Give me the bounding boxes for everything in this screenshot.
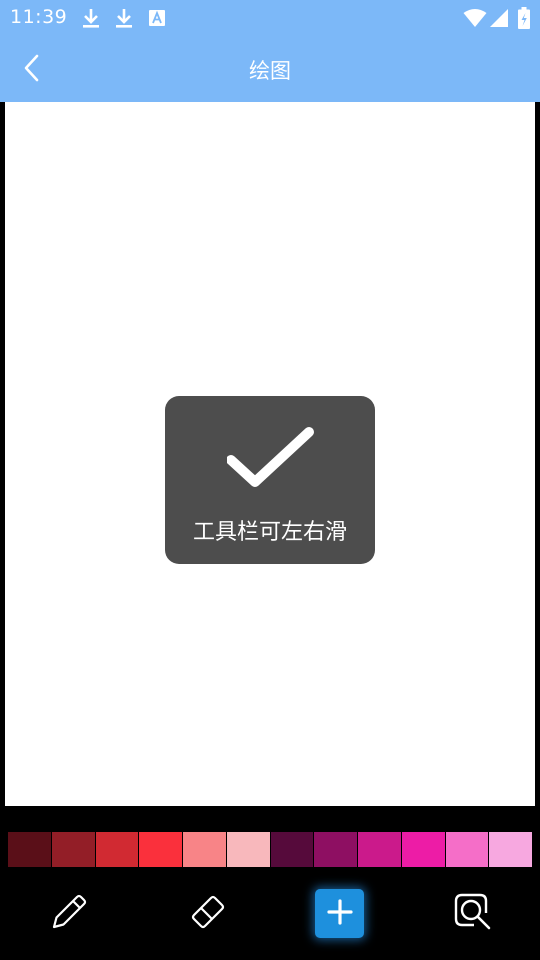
page-title: 绘图 [249, 59, 291, 83]
color-swatch[interactable] [95, 832, 139, 867]
battery-icon [516, 7, 532, 29]
download-icon [113, 7, 135, 29]
eraser-icon [186, 889, 230, 937]
text-notification-icon [146, 7, 168, 29]
color-palette [8, 832, 532, 867]
zoom-icon [450, 889, 494, 937]
app-bar: 绘图 [0, 36, 540, 102]
color-swatch[interactable] [358, 832, 401, 867]
wifi-icon [462, 7, 488, 29]
signal-icon [488, 7, 510, 29]
toast-message: 工具栏可左右滑 [192, 520, 347, 545]
plus-icon [326, 898, 354, 930]
eraser-tool-button[interactable] [183, 888, 233, 938]
color-swatch[interactable] [183, 832, 226, 867]
color-swatch[interactable] [489, 832, 532, 867]
zoom-tool-button[interactable] [447, 888, 497, 938]
download-icon [80, 7, 102, 29]
pencil-icon [47, 889, 91, 937]
color-swatch[interactable] [8, 832, 51, 867]
color-swatch[interactable] [314, 832, 357, 867]
toast: 工具栏可左右滑 [165, 396, 375, 564]
bottom-toolbar [0, 878, 540, 950]
color-swatch[interactable] [51, 832, 95, 867]
color-swatch[interactable] [139, 832, 182, 867]
status-time: 11:39 [10, 6, 68, 28]
color-swatch[interactable] [270, 832, 314, 867]
add-button[interactable] [315, 889, 364, 938]
color-swatch[interactable] [401, 832, 445, 867]
pencil-tool-button[interactable] [44, 888, 94, 938]
color-swatch[interactable] [445, 832, 489, 867]
checkmark-icon [226, 426, 315, 494]
color-swatch[interactable] [226, 832, 270, 867]
status-bar: 11:39 [0, 0, 540, 36]
